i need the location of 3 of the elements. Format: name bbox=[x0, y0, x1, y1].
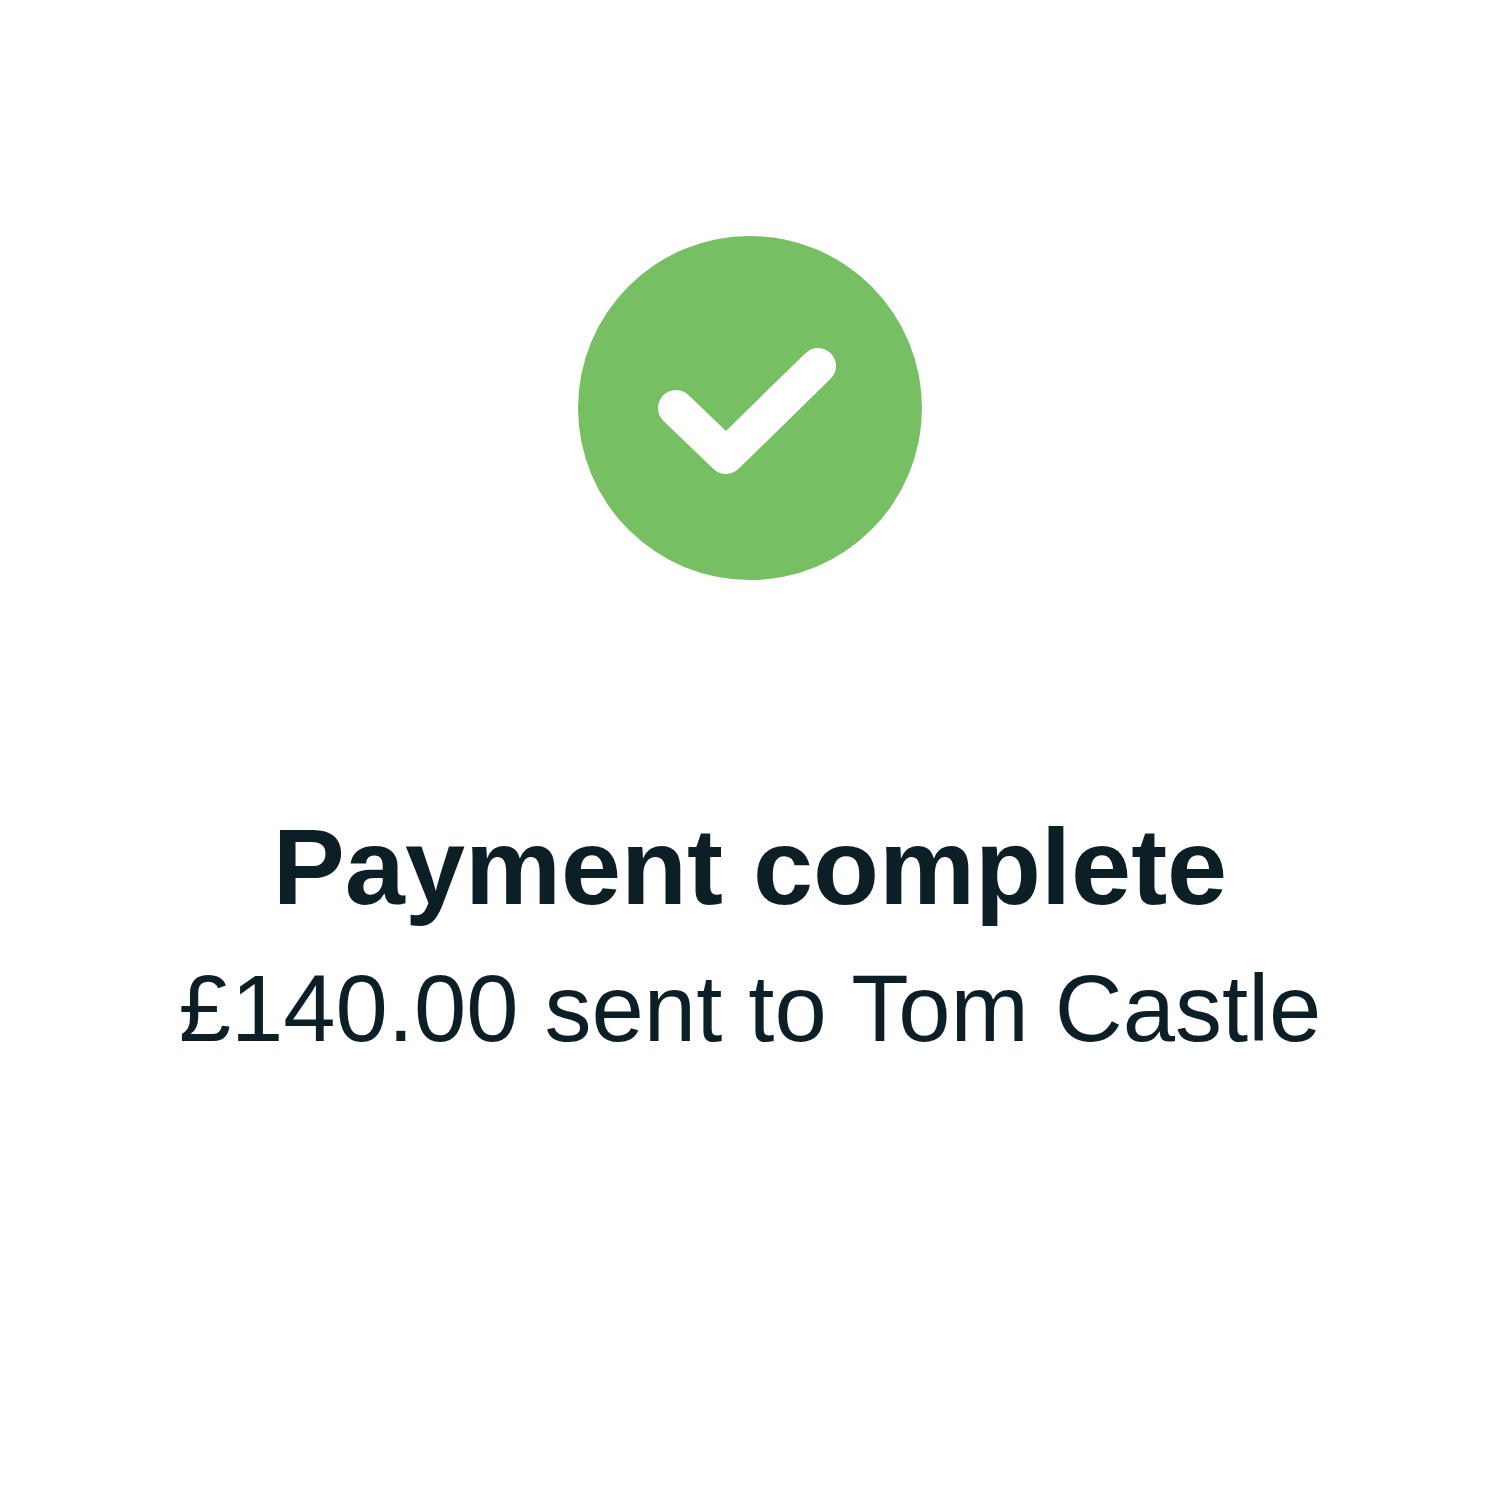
check-circle-icon bbox=[578, 236, 922, 580]
payment-message: £140.00 sent to Tom Castle bbox=[178, 956, 1322, 1061]
payment-title: Payment complete bbox=[272, 808, 1228, 927]
